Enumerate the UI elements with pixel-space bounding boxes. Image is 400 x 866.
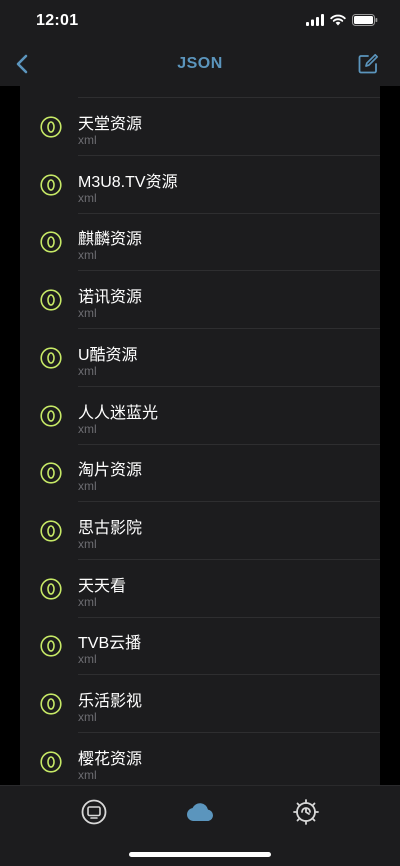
content-area: 天堂资源 xml M3U8.TV资源 xml 麒麟资源 xml 诺讯资源 xml U酷资源 xml… [0, 86, 400, 785]
tab-settings[interactable] [286, 794, 326, 830]
zero-circle-icon [40, 462, 62, 484]
zero-circle-icon [40, 751, 62, 773]
zero-circle-icon [40, 347, 62, 369]
source-list[interactable]: 天堂资源 xml M3U8.TV资源 xml 麒麟资源 xml 诺讯资源 xml U酷资源 xml… [20, 86, 380, 785]
source-name: U酷资源 [78, 346, 138, 364]
source-type: xml [78, 190, 97, 205]
source-type: xml [78, 421, 97, 436]
list-item[interactable]: M3U8.TV资源 xml [20, 156, 380, 214]
zero-circle-icon [40, 404, 62, 427]
list-item[interactable]: 诺讯资源 xml [20, 271, 380, 330]
compose-icon [358, 53, 379, 74]
settings-gear-icon [293, 799, 319, 825]
wifi-icon [330, 14, 346, 26]
list-item[interactable]: 思古影院 xml [20, 502, 380, 560]
zero-circle-icon [40, 693, 62, 715]
zero-circle-icon [40, 116, 62, 138]
list-item[interactable]: 人人迷蓝光 xml [20, 387, 380, 445]
tab-cloud[interactable] [180, 794, 220, 830]
source-type: xml [78, 594, 97, 609]
source-type: xml [78, 363, 97, 378]
source-name: 麒麟资源 [78, 231, 143, 249]
list-item[interactable]: 乐活影视 xml [20, 675, 380, 733]
list-item[interactable]: 淘片资源 xml [20, 444, 380, 503]
tab-tv[interactable] [74, 794, 114, 830]
zero-circle-icon [40, 520, 62, 542]
source-type: xml [78, 767, 97, 782]
source-name: 人人迷蓝光 [78, 404, 159, 422]
zero-circle-icon [40, 635, 62, 657]
source-name: TVB云播 [78, 635, 142, 653]
status-bar: 12:01 [0, 0, 400, 44]
source-type: xml [78, 652, 97, 667]
status-time: 12:01 [36, 12, 79, 29]
source-name: M3U8.TV资源 [78, 173, 178, 191]
source-type: xml [78, 479, 97, 494]
zero-circle-icon [40, 289, 62, 311]
navigation-bar: JSON [0, 44, 400, 86]
list-item[interactable]: 樱花资源 xml [20, 733, 380, 785]
source-name: 诺讯资源 [78, 289, 143, 307]
zero-circle-icon [40, 174, 62, 196]
source-name: 乐活影视 [78, 693, 143, 710]
zero-circle-icon [40, 577, 62, 600]
source-name: 思古影院 [78, 519, 143, 537]
battery-icon [352, 14, 378, 26]
source-type: xml [78, 710, 97, 724]
source-type: xml [78, 306, 97, 321]
list-item[interactable]: 麒麟资源 xml [20, 213, 380, 272]
source-type: xml [78, 248, 97, 263]
source-type: xml [78, 133, 97, 147]
source-name: 樱花资源 [78, 750, 143, 768]
list-item[interactable]: 天堂资源 xml [20, 98, 380, 156]
status-icons [306, 14, 378, 26]
source-name: 天堂资源 [78, 116, 143, 133]
zero-circle-icon [40, 231, 62, 253]
compose-button[interactable] [354, 50, 382, 78]
signal-icon [306, 14, 324, 26]
source-name: 淘片资源 [78, 462, 143, 480]
cloud-icon [187, 803, 214, 821]
list-item[interactable]: U酷资源 xml [20, 329, 380, 387]
page-title: JSON [177, 55, 223, 72]
source-name: 天天看 [78, 577, 127, 595]
home-indicator [129, 852, 271, 857]
source-type: xml [78, 536, 97, 551]
tv-icon [81, 799, 107, 825]
list-item[interactable]: 天天看 xml [20, 560, 380, 618]
list-item[interactable]: TVB云播 xml [20, 617, 380, 676]
